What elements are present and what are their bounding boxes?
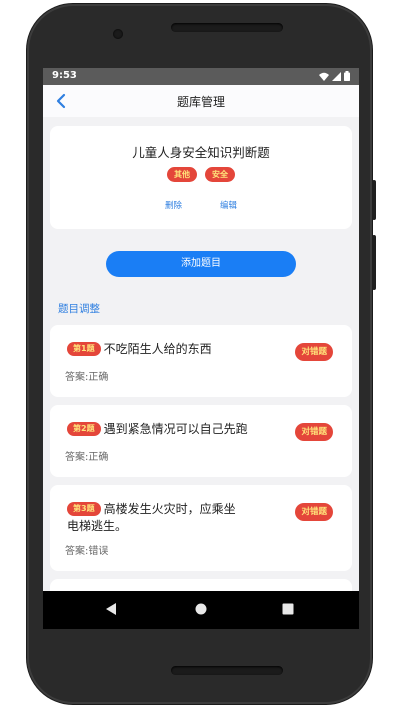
add-question-button[interactable]: 添加题目	[106, 251, 296, 277]
question-number-badge: 第1题	[67, 342, 101, 356]
power-button	[372, 180, 376, 220]
tag-topic: 安全	[205, 167, 235, 182]
wifi-icon	[319, 72, 329, 81]
section-label: 题目调整	[58, 303, 100, 315]
question-type-badge[interactable]: 对错题	[295, 423, 333, 441]
main-content: 儿童人身安全知识判断题 其他 安全 删除 编辑 添加题目 题目调整 第1题 不吃陌…	[43, 117, 359, 591]
battery-icon	[344, 71, 350, 81]
question-number-badge: 第3题	[67, 502, 101, 516]
question-card[interactable]: 第3题 高楼发生火灾时，应乘坐电梯逃生。 答案:错误 对错题	[50, 485, 352, 571]
edit-button[interactable]: 编辑	[220, 199, 237, 211]
question-answer: 答案:正确	[65, 452, 109, 463]
question-answer: 答案:正确	[65, 372, 109, 383]
signal-icon	[332, 71, 341, 81]
question-text: 第1题 不吃陌生人给的东西	[67, 341, 285, 358]
status-icons	[319, 71, 350, 81]
back-triangle-icon[interactable]	[105, 602, 117, 616]
quiz-info-card: 儿童人身安全知识判断题 其他 安全 删除 编辑	[50, 126, 352, 229]
question-answer: 答案:错误	[65, 546, 109, 557]
question-body: 不吃陌生人给的东西	[103, 342, 212, 356]
front-camera	[113, 29, 123, 39]
question-body: 遇到紧急情况可以自己先跑	[103, 422, 248, 436]
question-type-badge[interactable]: 对错题	[295, 503, 333, 521]
tag-category: 其他	[167, 167, 197, 182]
nav-bar: 题库管理	[43, 85, 359, 117]
question-text: 第2题 遇到紧急情况可以自己先跑	[67, 421, 285, 438]
recents-square-icon[interactable]	[282, 603, 294, 615]
question-type-badge[interactable]: 对错题	[295, 343, 333, 361]
home-circle-icon[interactable]	[195, 603, 207, 615]
status-time: 9:53	[52, 70, 77, 81]
system-nav-bar	[43, 591, 359, 629]
quiz-tags: 其他 安全	[50, 167, 352, 182]
question-text: 第3题 高楼发生火灾时，应乘坐电梯逃生。	[67, 501, 243, 535]
app-screen: 9:53 题库管理 儿童人身安全知识判断题 其他 安全 删除 编辑 添加题目 题…	[43, 68, 359, 629]
question-card[interactable]: 第1题 不吃陌生人给的东西 答案:正确 对错题	[50, 325, 352, 397]
page-title: 题库管理	[176, 95, 225, 109]
delete-button[interactable]: 删除	[165, 199, 182, 211]
question-number-badge: 第2题	[67, 422, 101, 436]
question-card[interactable]: 第2题 遇到紧急情况可以自己先跑 答案:正确 对错题	[50, 405, 352, 477]
volume-button	[372, 235, 376, 290]
top-speaker	[171, 23, 283, 32]
quiz-title: 儿童人身安全知识判断题	[132, 145, 270, 160]
status-bar: 9:53	[43, 68, 359, 85]
quiz-actions: 删除 编辑	[50, 199, 352, 211]
question-card-partial[interactable]	[50, 579, 352, 591]
bottom-speaker	[171, 666, 283, 675]
